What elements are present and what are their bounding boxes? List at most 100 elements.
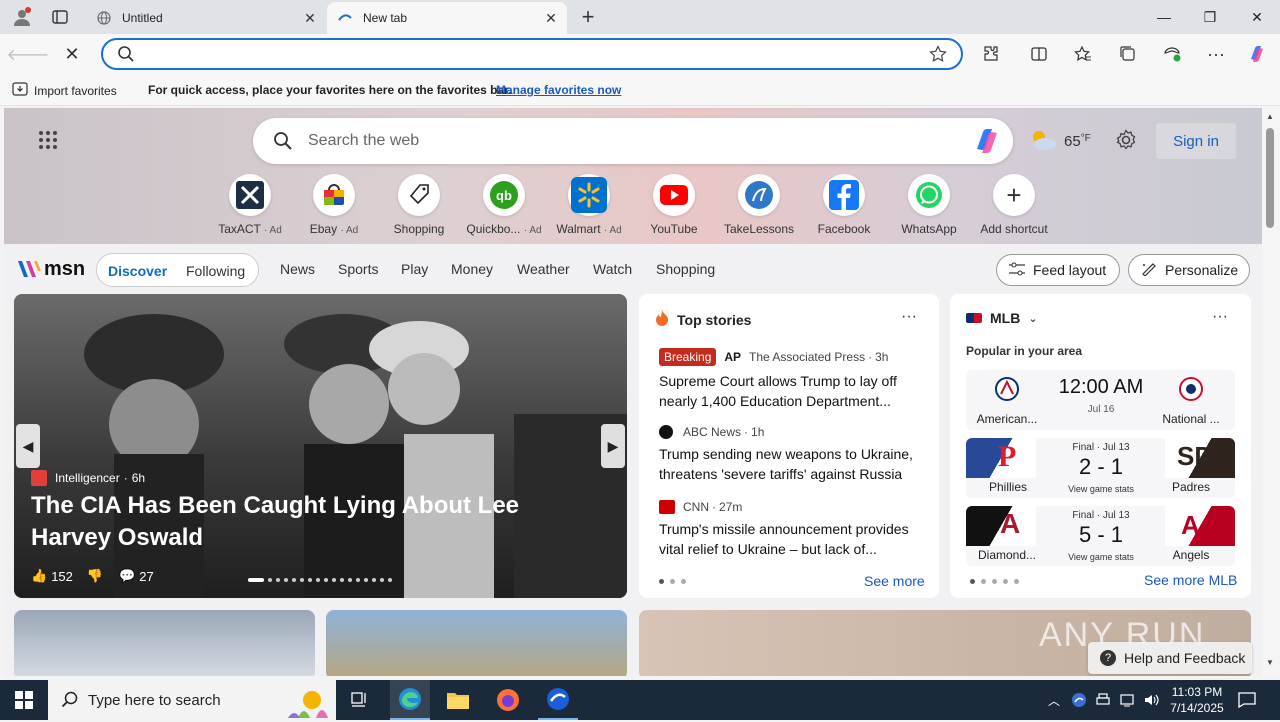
nav-weather[interactable]: Weather [517,261,570,277]
new-tab-button[interactable]: + [576,4,600,29]
tab-actions-icon[interactable] [48,7,72,27]
add-shortcut-button[interactable]: + Add shortcut [972,174,1056,236]
tab-new-tab[interactable]: New tab ✕ [327,2,567,34]
carousel-prev-button[interactable]: ◀ [16,424,40,468]
personalize-button[interactable]: Personalize [1128,254,1250,286]
quick-link-ebay[interactable]: Ebay · Ad [292,174,376,236]
copilot-icon[interactable] [1241,38,1273,70]
scroll-down-icon[interactable]: ▼ [1266,658,1274,667]
close-tab-icon[interactable]: ✕ [543,10,559,26]
apps-launcher-icon[interactable] [38,130,58,153]
windows-start-icon[interactable] [4,686,44,714]
quick-link-youtube[interactable]: YouTube [632,174,716,236]
split-screen-icon[interactable] [1023,38,1055,70]
game-card[interactable]: P Phillies Final · Jul 13 2 - 1 View gam… [966,438,1235,498]
quick-link-label: WhatsApp [901,222,957,236]
profile-avatar-icon[interactable] [8,5,36,29]
task-view-icon[interactable] [340,686,380,714]
network-status-icon[interactable] [1068,686,1090,714]
favorite-star-icon[interactable] [929,45,947,66]
game-card[interactable]: American... 12:00 AM Jul 16 National ... [966,370,1235,430]
feed-layout-button[interactable]: Feed layout [996,254,1120,286]
favorites-icon[interactable] [1067,38,1099,70]
sign-in-button[interactable]: Sign in [1155,122,1237,160]
see-more-link[interactable]: See more [864,573,925,589]
scrollbar-thumb[interactable] [1266,128,1274,228]
extensions-icon[interactable] [975,38,1007,70]
quick-link-taxact[interactable]: TaxACT · Ad [208,174,292,236]
team-name: Angels [1172,548,1210,562]
printer-icon[interactable] [1092,686,1114,714]
quick-link-quickbooks[interactable]: qb Quickbo... · Ad [462,174,546,236]
web-search-box[interactable]: Search the web [253,118,1013,164]
tab-discover[interactable]: Discover [108,263,167,279]
firefox-icon[interactable] [488,686,528,714]
page-scrollbar[interactable]: ▲ ▼ [1262,108,1280,676]
copilot-icon[interactable] [972,126,1002,159]
pagination-dots[interactable] [659,579,692,584]
msn-logo[interactable]: msn [16,257,85,281]
tab-following[interactable]: Following [186,263,245,279]
more-options-icon[interactable]: ··· [1212,308,1228,326]
quick-link-shopping[interactable]: Shopping [377,174,461,236]
nav-sports[interactable]: Sports [338,261,378,277]
taskbar-search-box[interactable]: Type here to search [48,680,336,720]
settings-gear-icon[interactable] [1115,129,1137,154]
dislike-icon[interactable]: 👎 [87,568,103,584]
more-menu-icon[interactable]: ··· [1200,38,1232,70]
quick-link-walmart[interactable]: Walmart · Ad [547,174,631,236]
main-story-card[interactable]: ◀ ▶ Intelligencer · 6h The CIA Has Been … [14,294,627,598]
restore-button[interactable]: ❐ [1187,0,1233,34]
news-card[interactable] [14,610,315,676]
collections-icon[interactable] [1112,38,1144,70]
story-headline[interactable]: Trump's missile announcement provides vi… [659,519,921,559]
like-icon[interactable]: 👍 [31,568,47,584]
browser-essentials-icon[interactable] [1156,38,1188,70]
quick-link-facebook[interactable]: Facebook [802,174,886,236]
close-tab-icon[interactable]: ✕ [302,10,318,26]
carousel-dots[interactable] [248,577,396,583]
game-status: Final · Jul 13 [1072,442,1130,453]
tab-untitled[interactable]: Untitled ✕ [86,2,326,34]
help-feedback-button[interactable]: ? Help and Feedback [1088,642,1252,674]
nav-shopping[interactable]: Shopping [656,261,715,277]
nav-news[interactable]: News [280,261,315,277]
minimize-button[interactable]: — [1141,0,1187,34]
view-game-stats-link[interactable]: View game stats [1056,552,1146,562]
nav-play[interactable]: Play [401,261,428,277]
close-window-button[interactable]: ✕ [1234,0,1280,34]
file-explorer-icon[interactable] [438,686,478,714]
nav-money[interactable]: Money [451,261,493,277]
comment-icon[interactable]: 💬 [119,568,135,584]
back-button[interactable]: 🡐 [7,38,50,70]
edge-taskbar-icon[interactable] [390,680,430,720]
game-card[interactable]: A Diamond... Final · Jul 13 5 - 1 View g… [966,506,1235,566]
nav-watch[interactable]: Watch [593,261,632,277]
app-taskbar-icon[interactable] [538,680,578,720]
news-card[interactable] [326,610,627,676]
volume-icon[interactable] [1140,686,1162,714]
pagination-dots[interactable] [970,579,1025,584]
system-clock[interactable]: 11:03 PM 7/14/2025 [1168,684,1226,716]
story-headline[interactable]: The CIA Has Been Caught Lying About Lee … [31,490,601,554]
weather-widget[interactable]: 65 °F [1028,128,1091,155]
globe-icon [96,10,112,26]
story-headline[interactable]: Trump sending new weapons to Ukraine, th… [659,444,921,484]
comment-count: 27 [139,568,154,584]
quick-link-whatsapp[interactable]: WhatsApp [887,174,971,236]
story-headline[interactable]: Supreme Court allows Trump to lay off ne… [659,371,909,411]
import-favorites-button[interactable]: Import favorites [12,82,117,99]
manage-favorites-link[interactable]: Manage favorites now [496,83,621,97]
view-game-stats-link[interactable]: View game stats [1056,484,1146,494]
address-bar[interactable] [101,38,963,70]
carousel-next-button[interactable]: ▶ [601,424,625,468]
see-more-mlb-link[interactable]: See more MLB [1144,572,1237,588]
scroll-up-icon[interactable]: ▲ [1266,112,1274,121]
mlb-header[interactable]: MLB ⌄ [966,310,1038,326]
wifi-icon[interactable] [1116,686,1138,714]
stop-loading-button[interactable]: ✕ [56,38,88,70]
quick-link-takelessons[interactable]: TakeLessons [717,174,801,236]
more-options-icon[interactable]: ··· [901,308,917,326]
notifications-icon[interactable] [1230,686,1264,714]
show-hidden-icons[interactable]: ︿ [1044,686,1064,714]
